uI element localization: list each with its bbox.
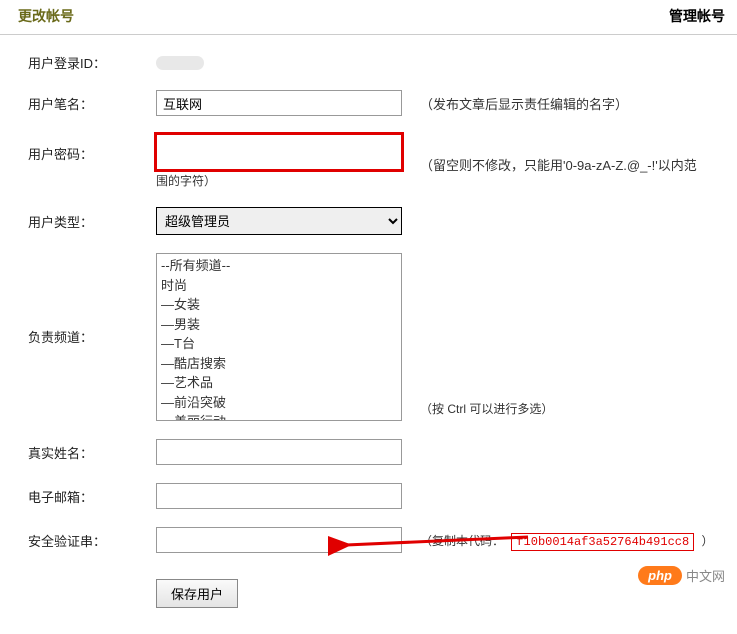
label-user-type: 用户类型： — [28, 212, 156, 231]
row-actions: 保存用户 — [28, 579, 719, 608]
label-security: 安全验证串： — [28, 531, 156, 550]
channel-option[interactable]: —男装 — [161, 315, 397, 335]
channels-multiselect[interactable]: --所有频道-- 时尚 —女装 —男装 —T台 —酷店搜索 —艺术品 —前沿突破… — [156, 253, 402, 421]
hint-security: （复制本代码： f10b0014af3a52764b491cc8 ） — [420, 532, 714, 549]
save-button[interactable]: 保存用户 — [156, 579, 238, 608]
row-real-name: 真实姓名： — [28, 439, 719, 465]
row-channels: 负责频道： --所有频道-- 时尚 —女装 —男装 —T台 —酷店搜索 —艺术品… — [28, 253, 719, 421]
page-header: 更改帐号 管理帐号 — [0, 0, 737, 35]
password-input[interactable] — [156, 134, 402, 170]
row-email: 电子邮箱： — [28, 483, 719, 509]
label-nickname: 用户笔名： — [28, 94, 156, 113]
watermark-text: 中文网 — [686, 566, 725, 585]
row-user-type: 用户类型： 超级管理员 — [28, 207, 719, 235]
hint-password-a: （留空则不修改，只能用'0-9a-zA-Z.@_-!'以内范 — [420, 155, 697, 174]
watermark: php 中文网 — [638, 566, 725, 585]
real-name-input[interactable] — [156, 439, 402, 465]
hint-security-suffix: ） — [702, 534, 714, 548]
row-nickname: 用户笔名： （发布文章后显示责任编辑的名字） — [28, 90, 719, 116]
user-type-select[interactable]: 超级管理员 — [156, 207, 402, 235]
hint-security-prefix: （复制本代码： — [420, 534, 504, 548]
channel-option[interactable]: —美丽行动 — [161, 412, 397, 421]
hint-channels: （按 Ctrl 可以进行多选） — [420, 400, 553, 417]
channel-option[interactable]: —前沿突破 — [161, 393, 397, 413]
watermark-brand: php — [638, 566, 682, 585]
label-login-id: 用户登录ID： — [28, 53, 156, 72]
row-security: 安全验证串： （复制本代码： f10b0014af3a52764b491cc8 … — [28, 527, 719, 553]
channel-option[interactable]: —女装 — [161, 295, 397, 315]
channel-option[interactable]: —艺术品 — [161, 373, 397, 393]
row-login-id: 用户登录ID： — [28, 53, 719, 72]
channel-option[interactable]: 时尚 — [161, 276, 397, 296]
manage-account-link[interactable]: 管理帐号 — [669, 6, 725, 26]
hint-nickname: （发布文章后显示责任编辑的名字） — [420, 94, 628, 113]
label-email: 电子邮箱： — [28, 487, 156, 506]
label-channels: 负责频道： — [28, 327, 156, 346]
nickname-input[interactable] — [156, 90, 402, 116]
security-code-input[interactable] — [156, 527, 402, 553]
hint-password-b: 围的字符） — [156, 172, 402, 189]
row-password: 用户密码： 围的字符） （留空则不修改，只能用'0-9a-zA-Z.@_-!'以… — [28, 134, 719, 189]
label-password: 用户密码： — [28, 144, 156, 163]
login-id-value-redacted — [156, 56, 204, 70]
channel-option[interactable]: —T台 — [161, 334, 397, 354]
security-code-value: f10b0014af3a52764b491cc8 — [511, 533, 694, 551]
label-real-name: 真实姓名： — [28, 443, 156, 462]
channel-option[interactable]: —酷店搜索 — [161, 354, 397, 374]
channel-option[interactable]: --所有频道-- — [161, 256, 397, 276]
page-title: 更改帐号 — [18, 6, 74, 26]
email-input[interactable] — [156, 483, 402, 509]
account-form: 用户登录ID： 用户笔名： （发布文章后显示责任编辑的名字） 用户密码： 围的字… — [0, 35, 737, 634]
